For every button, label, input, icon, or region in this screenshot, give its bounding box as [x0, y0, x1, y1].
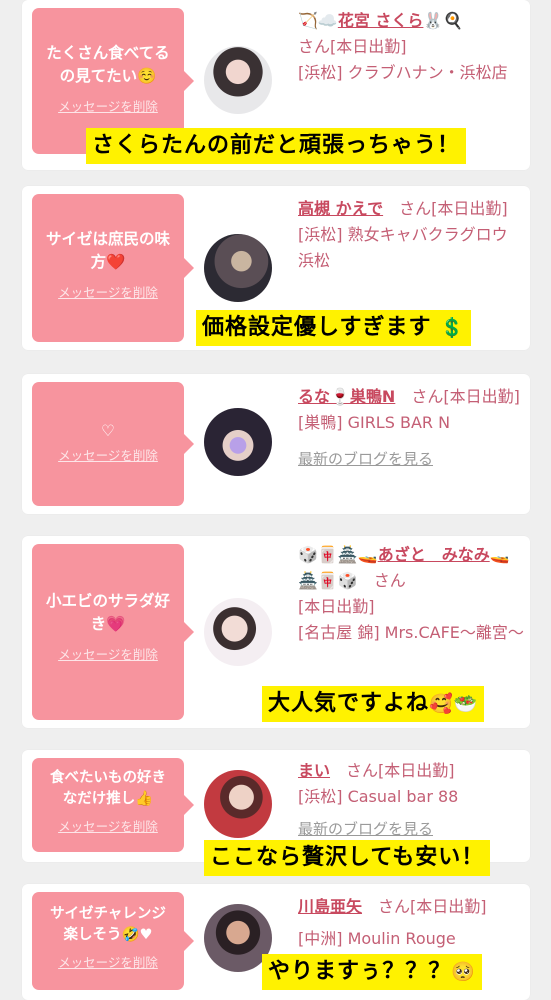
message-text: 小エビのサラダ好 き💗: [45, 592, 170, 633]
san-label: さん: [298, 37, 331, 56]
girl-info: 🏹☁️花宮 さくら🐰🍳 さん[本日出勤] [浜松] クラブハナン・浜松店: [298, 8, 526, 86]
shop-label: [浜松] Casual bar 88: [298, 787, 459, 806]
message-text: ♡: [101, 422, 115, 440]
girl-name-link[interactable]: るな🍷巣鴨N: [298, 387, 395, 406]
caption-overlay: やりますぅ？？？🥺: [262, 954, 483, 990]
avatar[interactable]: [204, 46, 272, 114]
status-label: [本日出勤]: [431, 199, 508, 218]
message-text: サイゼチャレンジ 楽しそう🤣♥: [50, 906, 166, 943]
name-suffix-emoji: 🐰🍳: [423, 11, 464, 30]
status-label: [本日出勤]: [330, 37, 407, 56]
avatar[interactable]: [204, 234, 272, 302]
girl-info: まい さん[本日出勤] [浜松] Casual bar 88 最新のブログを見る: [298, 758, 526, 838]
shop-label: [浜松] クラブハナン・浜松店: [298, 63, 508, 82]
name-prefix-emoji: 🎲🀄🏯🚤: [298, 545, 378, 564]
message-bubble: 食べたいもの好き なだけ推し👍 メッセージを削除: [32, 758, 194, 852]
girl-info: るな🍷巣鴨N さん[本日出勤] [巣鴨] GIRLS BAR N 最新のブログを…: [298, 384, 526, 468]
status-label: [本日出勤]: [410, 897, 487, 916]
message-bubble: サイゼチャレンジ 楽しそう🤣♥ メッセージを削除: [32, 892, 194, 990]
delete-message-link[interactable]: メッセージを削除: [32, 952, 184, 971]
latest-blog-link[interactable]: 最新のブログを見る: [298, 820, 433, 838]
san-label: さん: [399, 199, 432, 218]
delete-message-link[interactable]: メッセージを削除: [32, 816, 184, 835]
san-label: さん: [346, 761, 379, 780]
girl-name-link[interactable]: あざと みなみ: [378, 545, 490, 564]
pleading-face-icon: 🥺: [451, 961, 477, 983]
message-bubble: ♡ メッセージを削除: [32, 382, 194, 506]
latest-blog-link[interactable]: 最新のブログを見る: [298, 450, 433, 468]
delete-message-link[interactable]: メッセージを削除: [32, 282, 184, 301]
name-prefix-emoji: 🏹☁️: [298, 11, 338, 30]
delete-message-link[interactable]: メッセージを削除: [32, 445, 184, 464]
delete-message-link[interactable]: メッセージを削除: [32, 96, 184, 115]
dollar-icon: 💲: [440, 317, 465, 339]
san-label: さん: [373, 571, 406, 590]
girl-name-link[interactable]: 花宮 さくら: [338, 11, 424, 30]
message-bubble: サイゼは庶民の味 方❤️ メッセージを削除: [32, 194, 194, 342]
heart-salad-icon: 🥰🥗: [429, 693, 479, 715]
status-label: [本日出勤]: [443, 387, 520, 406]
delete-message-link[interactable]: メッセージを削除: [32, 644, 184, 663]
message-text: たくさん食べてる の見てたい☺️: [46, 44, 170, 85]
caption-overlay: さくらたんの前だと頑張っちゃう！: [86, 128, 467, 164]
notification-card: ♡ メッセージを削除 るな🍷巣鴨N さん[本日出勤] [巣鴨] GIRLS BA…: [22, 374, 530, 514]
shop-label: [中洲] Moulin Rouge: [298, 929, 456, 948]
message-bubble: 小エビのサラダ好 き💗 メッセージを削除: [32, 544, 194, 720]
avatar[interactable]: [204, 598, 272, 666]
girl-info: 川島亜矢 さん[本日出勤] [中洲] Moulin Rouge: [298, 894, 526, 948]
caption-text: 価格設定優しすぎます: [202, 315, 432, 340]
caption-overlay: 大人気ですよね🥰🥗: [262, 686, 485, 722]
caption-overlay: 価格設定優しすぎます 💲: [196, 310, 471, 346]
girl-info: 高槻 かえで さん[本日出勤] [浜松] 熟女キャバクラグロウ 浜松: [298, 196, 526, 274]
girl-name-link[interactable]: 川島亜矢: [298, 897, 362, 916]
shop-label: [名古屋 錦] Mrs.CAFE〜離宮〜: [298, 623, 524, 642]
san-label: さん: [411, 387, 444, 406]
avatar[interactable]: [204, 408, 272, 476]
message-text: サイゼは庶民の味 方❤️: [45, 230, 170, 271]
caption-text: やりますぅ？？？: [268, 959, 452, 984]
status-label: [本日出勤]: [298, 597, 375, 616]
status-label: [本日出勤]: [378, 761, 455, 780]
shop-label: [巣鴨] GIRLS BAR N: [298, 413, 451, 432]
girl-info: 🎲🀄🏯🚤あざと みなみ🚤🏯🀄🎲 さん [本日出勤] [名古屋 錦] Mrs.CA…: [298, 542, 526, 646]
message-text: 食べたいもの好き なだけ推し👍: [50, 770, 166, 807]
caption-text: 大人気ですよね: [268, 691, 430, 716]
shop-label: [浜松] 熟女キャバクラグロウ 浜松: [298, 225, 508, 270]
san-label: さん: [378, 897, 411, 916]
girl-name-link[interactable]: まい: [298, 761, 330, 780]
caption-overlay: ここなら贅沢しても安い！: [204, 840, 491, 876]
avatar[interactable]: [204, 770, 272, 838]
girl-name-link[interactable]: 高槻 かえで: [298, 199, 383, 218]
